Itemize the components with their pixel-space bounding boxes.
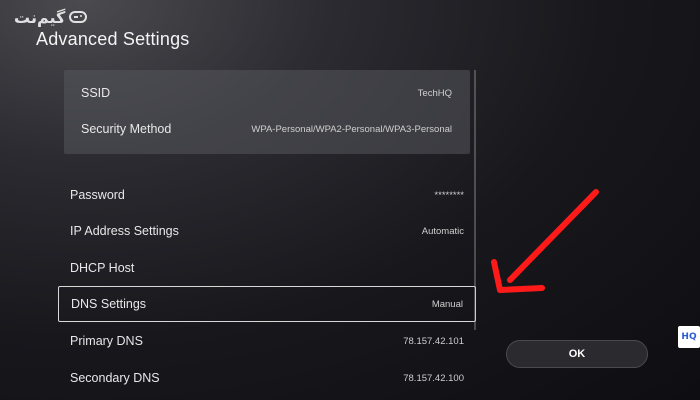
network-info-group: SSID TechHQ Security Method WPA-Personal… (64, 70, 470, 154)
dns-settings-value: Manual (431, 298, 463, 310)
dns-settings-label: DNS Settings (71, 297, 147, 311)
primary-dns-label: Primary DNS (70, 334, 143, 348)
password-value: ******** (434, 189, 464, 201)
settings-list: SSID TechHQ Security Method WPA-Personal… (58, 70, 476, 400)
dhcp-host-row[interactable]: DHCP Host (58, 250, 476, 286)
password-label: Password (70, 188, 125, 202)
security-method-row[interactable]: Security Method WPA-Personal/WPA2-Person… (64, 111, 470, 147)
secondary-dns-value: 78.157.42.100 (403, 372, 464, 384)
dhcp-host-label: DHCP Host (70, 261, 135, 275)
ok-button[interactable]: OK (506, 340, 648, 368)
secondary-dns-row[interactable]: Secondary DNS 78.157.42.100 (58, 360, 476, 396)
ssid-label: SSID (81, 86, 111, 100)
password-row[interactable]: Password ******** (58, 177, 476, 213)
primary-dns-value: 78.157.42.101 (403, 335, 464, 347)
side-badge: HQ (678, 326, 700, 348)
primary-dns-row[interactable]: Primary DNS 78.157.42.101 (58, 323, 476, 359)
ip-address-settings-row[interactable]: IP Address Settings Automatic (58, 213, 476, 249)
page-title: Advanced Settings (36, 29, 190, 49)
security-method-value: WPA-Personal/WPA2-Personal/WPA3-Personal (251, 123, 452, 135)
ip-address-settings-value: Automatic (421, 225, 464, 237)
security-method-label: Security Method (81, 122, 172, 136)
ssid-value: TechHQ (417, 87, 452, 99)
dns-settings-row[interactable]: DNS Settings Manual (58, 286, 476, 322)
red-arrow-icon (491, 189, 599, 293)
watermark-text: گیم‌نت (14, 7, 66, 27)
list-scrollbar[interactable] (474, 70, 476, 330)
gamepad-icon (69, 11, 88, 23)
secondary-dns-label: Secondary DNS (70, 371, 160, 385)
ssid-row[interactable]: SSID TechHQ (64, 75, 470, 111)
ip-address-settings-label: IP Address Settings (70, 224, 179, 238)
watermark-logo: گیم‌نت (14, 7, 88, 27)
